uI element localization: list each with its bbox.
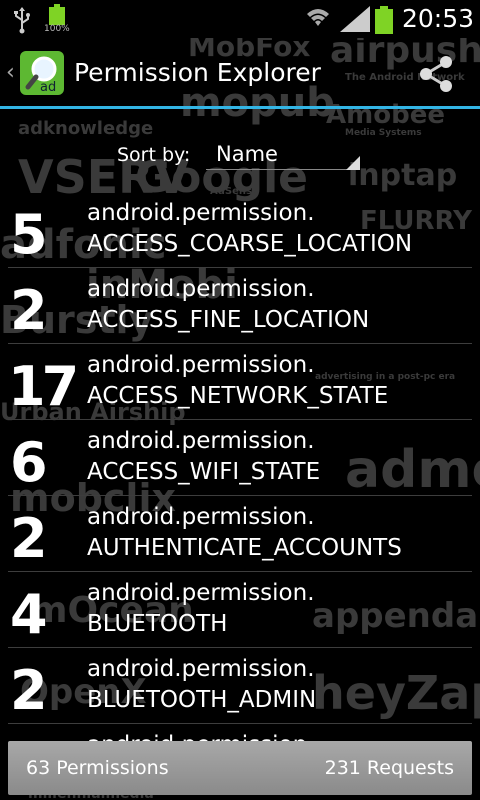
clock: 20:53 — [402, 4, 475, 33]
permissions-total: 63 Permissions — [26, 757, 169, 779]
list-item[interactable]: 2 android.permission. AUTHENTICATE_ACCOU… — [0, 496, 480, 572]
cell-signal-icon — [340, 6, 370, 32]
permission-name: ACCESS_NETWORK_STATE — [87, 383, 389, 409]
permission-name: BLUETOOTH_ADMIN — [87, 687, 317, 713]
dropdown-triangle-icon — [346, 156, 360, 170]
permission-prefix: android.permission. — [87, 428, 315, 454]
dropdown-underline — [206, 169, 360, 170]
permission-count: 5 — [10, 203, 48, 266]
summary-footer: 63 Permissions 231 Requests — [8, 741, 472, 795]
list-item[interactable]: 2 android.permission. BLUETOOTH_ADMIN — [0, 648, 480, 724]
battery-status-icon — [49, 4, 65, 25]
permission-name: BLUETOOTH — [87, 611, 228, 637]
permission-prefix: android.permission. — [87, 276, 315, 302]
permission-prefix: android.permission. — [87, 504, 315, 530]
action-bar: ‹ ad Permission Explorer — [0, 38, 480, 106]
permission-name: ACCESS_COARSE_LOCATION — [87, 231, 413, 257]
permission-name: AUTHENTICATE_ACCOUNTS — [87, 535, 402, 561]
sort-selected-value: Name — [216, 142, 278, 166]
permission-prefix: android.permission. — [87, 200, 315, 226]
permission-count: 2 — [10, 279, 48, 342]
battery-percent-label: 100% — [44, 24, 70, 34]
list-item[interactable]: 6 android.permission. ACCESS_WIFI_STATE — [0, 420, 480, 496]
permission-count: 17 — [8, 355, 79, 418]
sort-dropdown[interactable]: Name — [206, 136, 360, 172]
permission-list: 5 android.permission. ACCESS_COARSE_LOCA… — [0, 192, 480, 800]
battery-icon — [375, 6, 393, 34]
wifi-icon — [307, 9, 329, 26]
usb-icon — [14, 7, 30, 34]
status-bar: 100% 20:53 — [0, 0, 480, 38]
list-item[interactable]: 17 android.permission. ACCESS_NETWORK_ST… — [0, 344, 480, 420]
permission-name: ACCESS_WIFI_STATE — [87, 459, 321, 485]
permission-name: ACCESS_FINE_LOCATION — [87, 307, 370, 333]
list-item[interactable]: 4 android.permission. BLUETOOTH — [0, 572, 480, 648]
list-item[interactable]: 5 android.permission. ACCESS_COARSE_LOCA… — [0, 192, 480, 268]
permission-count: 2 — [10, 507, 48, 570]
bg-logo: inptap — [348, 158, 458, 193]
magnifier-icon: ad — [25, 56, 57, 95]
permission-count: 4 — [10, 583, 48, 646]
requests-total: 231 Requests — [324, 757, 454, 779]
permission-prefix: android.permission. — [87, 352, 315, 378]
app-icon[interactable]: ad — [20, 51, 64, 95]
share-icon[interactable] — [416, 54, 456, 94]
permission-prefix: android.permission. — [87, 656, 315, 682]
signal-icons — [307, 6, 370, 32]
page-title: Permission Explorer — [74, 58, 321, 87]
permission-prefix: android.permission. — [87, 580, 315, 606]
action-bar-divider — [0, 106, 480, 109]
bg-logo: adknowledge — [18, 118, 154, 139]
list-item[interactable]: 2 android.permission. ACCESS_FINE_LOCATI… — [0, 268, 480, 344]
permission-count: 2 — [10, 659, 48, 722]
permission-count: 6 — [10, 431, 48, 494]
app-icon-text: ad — [40, 80, 56, 95]
sort-label: Sort by: — [117, 144, 191, 166]
up-chevron-icon[interactable]: ‹ — [6, 60, 15, 85]
